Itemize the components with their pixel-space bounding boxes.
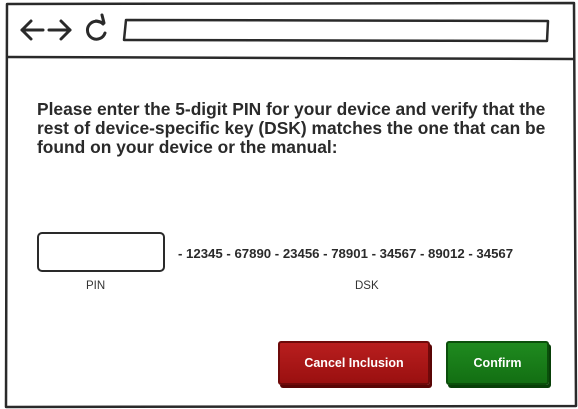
address-bar[interactable] xyxy=(122,18,550,43)
cancel-inclusion-button[interactable]: Cancel Inclusion xyxy=(278,341,430,385)
cancel-inclusion-label: Cancel Inclusion xyxy=(304,356,404,370)
pin-input[interactable] xyxy=(37,232,165,272)
toolbar-divider xyxy=(6,55,576,61)
dsk-label: DSK xyxy=(355,280,379,292)
instruction-text: Please enter the 5-digit PIN for your de… xyxy=(37,99,546,157)
confirm-button[interactable]: Confirm xyxy=(446,341,549,385)
back-arrow-icon[interactable] xyxy=(20,19,45,41)
forward-arrow-icon[interactable] xyxy=(47,19,72,41)
reload-icon[interactable] xyxy=(85,13,107,41)
pin-label: PIN xyxy=(86,280,106,292)
confirm-label: Confirm xyxy=(473,356,522,370)
dsk-value: - 12345 - 67890 - 23456 - 78901 - 34567 … xyxy=(178,246,514,261)
